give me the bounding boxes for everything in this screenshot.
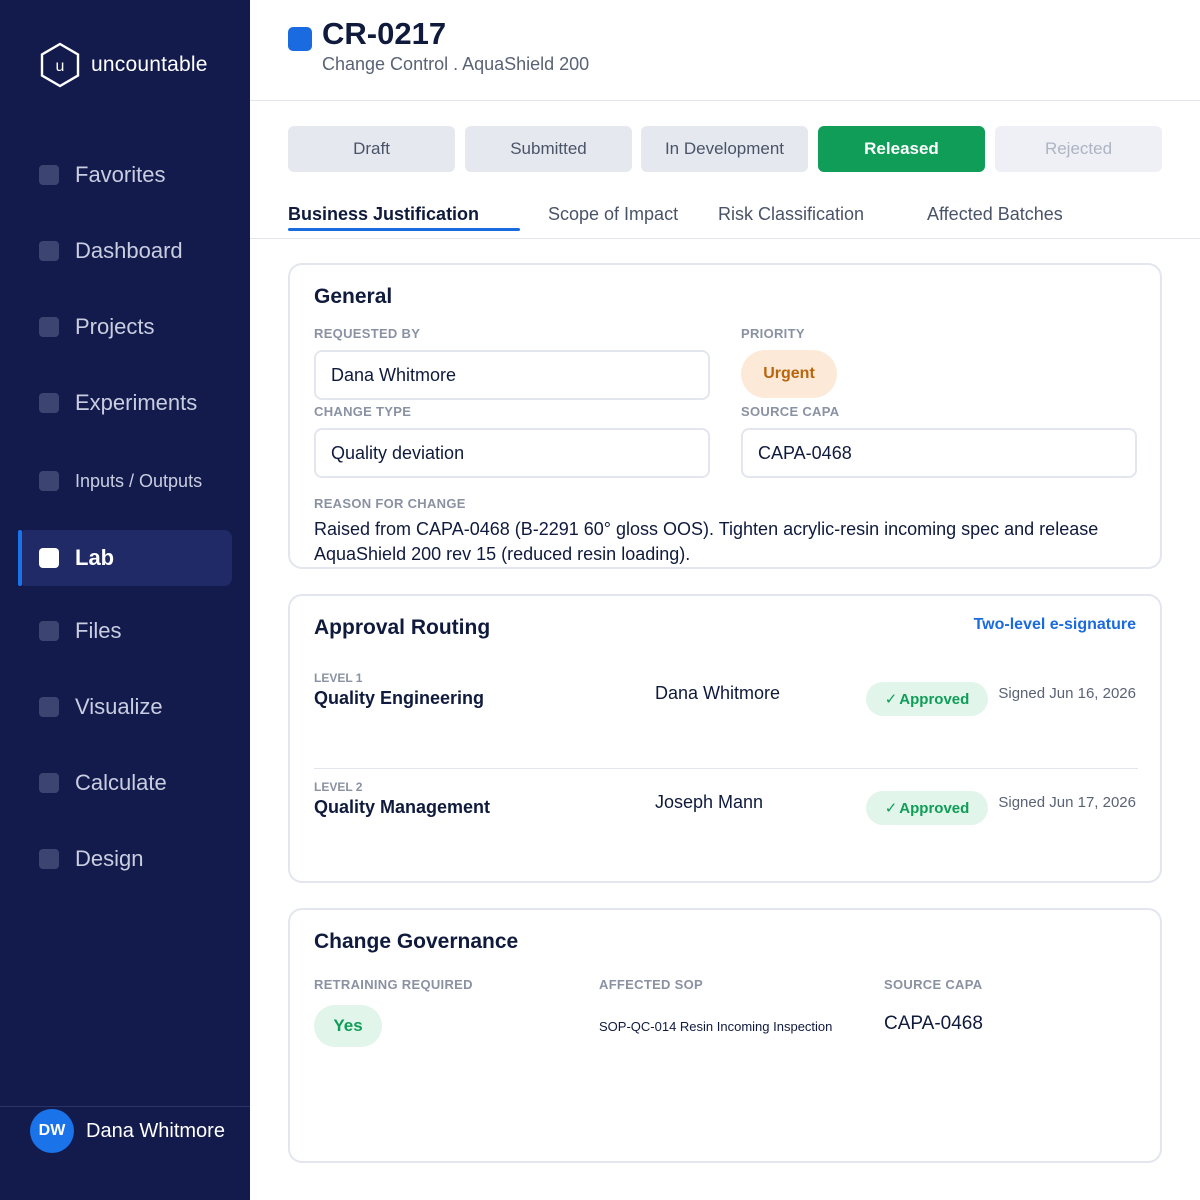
sidebar: u uncountable Favorites Dashboard Projec… (0, 0, 250, 1200)
affected-sop-value[interactable]: SOP-QC-014 Resin Incoming Inspection (599, 1019, 832, 1034)
level-2-signer: Joseph Mann (655, 792, 764, 812)
reason-text: Raised from CAPA-0468 (B-2291 60° gloss … (314, 519, 1099, 564)
sidebar-item-favorites[interactable]: Favorites (18, 147, 232, 203)
sidebar-item-label: Visualize (75, 694, 163, 719)
sidebar-item-label: Calculate (75, 770, 167, 795)
hexagon-logo-icon: u (39, 42, 81, 88)
record-color-icon (288, 27, 312, 51)
general-title: General (314, 285, 393, 308)
projects-icon (39, 317, 59, 337)
status-rejected[interactable]: Rejected (995, 126, 1162, 172)
sidebar-item-label: Files (75, 618, 122, 643)
source-capa-field[interactable]: CAPA-0468 (741, 428, 1137, 478)
change-governance-card: Change Governance RETRAINING REQUIRED Ye… (288, 908, 1162, 1163)
sidebar-item-visualize[interactable]: Visualize (18, 679, 232, 735)
sidebar-item-lab[interactable]: Lab (18, 530, 232, 586)
general-card: General REQUESTED BY Dana Whitmore PRIOR… (288, 263, 1162, 569)
avatar: DW (30, 1109, 74, 1153)
sidebar-item-label: Design (75, 846, 144, 871)
level-1-name: Quality Engineering (314, 688, 485, 708)
sidebar-item-label: Inputs / Outputs (75, 470, 203, 491)
sidebar-item-label: Experiments (75, 390, 198, 415)
sidebar-item-label: Dashboard (75, 238, 183, 263)
experiments-icon (39, 393, 59, 413)
dashboard-icon (39, 241, 59, 261)
sidebar-item-design[interactable]: Design (18, 831, 232, 887)
approval-title: Approval Routing (314, 616, 491, 639)
retraining-label: RETRAINING REQUIRED (314, 977, 473, 992)
files-icon (39, 621, 59, 641)
change-type-field[interactable]: Quality deviation (314, 428, 710, 478)
design-icon (39, 849, 59, 869)
sidebar-divider (0, 1106, 250, 1107)
reason-label: REASON FOR CHANGE (314, 496, 466, 511)
sidebar-item-inputs-outputs[interactable]: Inputs / Outputs (18, 453, 232, 509)
sidebar-item-label: Favorites (75, 162, 166, 187)
tabs-divider (250, 238, 1200, 239)
level-1-signed-date: Signed Jun 16, 2026 (998, 685, 1136, 702)
level-2-label: LEVEL 2 (314, 780, 363, 794)
sidebar-item-dashboard[interactable]: Dashboard (18, 223, 232, 279)
lab-icon (39, 548, 59, 568)
level-2-signed-date: Signed Jun 17, 2026 (998, 794, 1136, 811)
sidebar-item-projects[interactable]: Projects (18, 299, 232, 355)
requested-by-field[interactable]: Dana Whitmore (314, 350, 710, 400)
sidebar-item-label: Projects (75, 314, 155, 339)
active-tab-indicator (288, 228, 520, 231)
approval-routing-card: Approval Routing Two-level e-signature L… (288, 594, 1162, 883)
governance-title: Change Governance (314, 930, 519, 953)
retraining-badge[interactable]: Yes (314, 1005, 382, 1047)
page-subtitle: Change Control . AquaShield 200 (322, 54, 590, 74)
sidebar-item-experiments[interactable]: Experiments (18, 375, 232, 431)
level-2-approved-badge: ✓ Approved (866, 791, 988, 825)
priority-badge[interactable]: Urgent (741, 350, 837, 398)
inputs-outputs-icon (39, 471, 59, 491)
source-capa-label: SOURCE CAPA (741, 404, 840, 419)
esignature-link[interactable]: Two-level e-signature (974, 616, 1136, 634)
requested-by-label: REQUESTED BY (314, 326, 421, 341)
status-released[interactable]: Released (818, 126, 985, 172)
brand-logo[interactable]: u uncountable (39, 42, 208, 88)
sidebar-item-calculate[interactable]: Calculate (18, 755, 232, 811)
check-icon: ✓ (884, 691, 898, 708)
status-draft[interactable]: Draft (288, 126, 455, 172)
change-type-label: CHANGE TYPE (314, 404, 412, 419)
user-profile[interactable]: DW Dana Whitmore (30, 1108, 225, 1154)
approved-label: Approved (899, 799, 970, 817)
brand-name: uncountable (91, 53, 208, 76)
level-1-approved-badge: ✓ Approved (866, 682, 988, 716)
header-divider (250, 100, 1200, 101)
tab-scope-of-impact[interactable]: Scope of Impact (548, 204, 678, 225)
page-title: CR-0217 (322, 16, 447, 51)
governance-source-capa-value[interactable]: CAPA-0468 (884, 1013, 983, 1035)
priority-label: PRIORITY (741, 326, 805, 341)
affected-sop-label: AFFECTED SOP (599, 977, 703, 992)
row-divider (314, 768, 1138, 769)
favorites-icon (39, 165, 59, 185)
level-2-name: Quality Management (314, 797, 491, 817)
calculate-icon (39, 773, 59, 793)
tab-affected-batches[interactable]: Affected Batches (927, 204, 1063, 225)
level-1-label: LEVEL 1 (314, 671, 363, 685)
user-name: Dana Whitmore (86, 1119, 225, 1142)
level-1-signer: Dana Whitmore (655, 683, 781, 703)
tab-risk-classification[interactable]: Risk Classification (718, 204, 864, 225)
tab-business-justification[interactable]: Business Justification (288, 204, 479, 225)
visualize-icon (39, 697, 59, 717)
approved-label: Approved (899, 690, 970, 708)
status-in-development[interactable]: In Development (641, 126, 808, 172)
governance-source-capa-label: SOURCE CAPA (884, 977, 983, 992)
sidebar-item-label: Lab (75, 545, 115, 570)
status-submitted[interactable]: Submitted (465, 126, 632, 172)
check-icon: ✓ (884, 800, 898, 817)
logo-letter: u (56, 58, 65, 75)
sidebar-item-files[interactable]: Files (18, 603, 232, 659)
